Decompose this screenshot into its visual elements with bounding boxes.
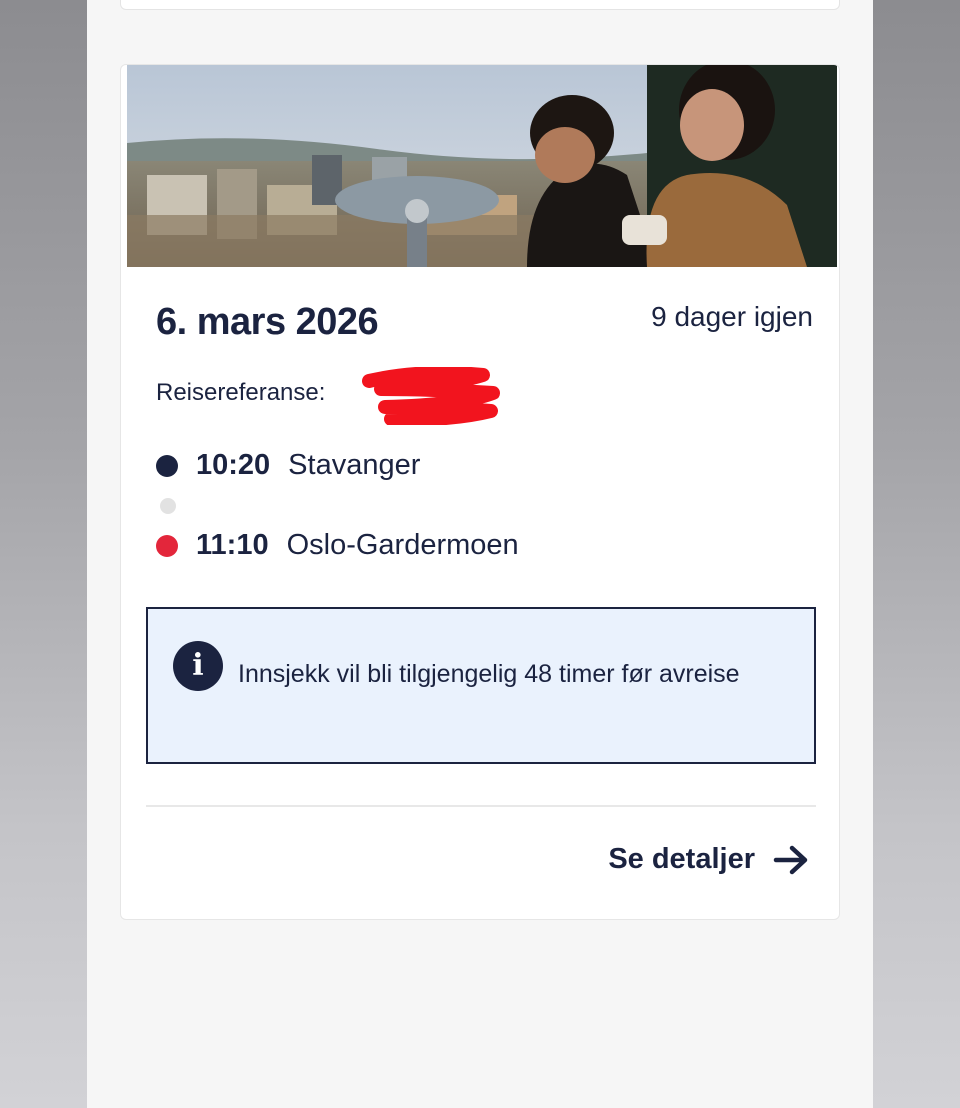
days-remaining: 9 dager igjen: [651, 301, 813, 332]
see-details-link[interactable]: Se detaljer: [608, 843, 809, 876]
see-details-label: Se detaljer: [608, 843, 755, 875]
trip-date: 6. mars 2026: [156, 301, 379, 343]
arrival-stop: 11:10 Oslo-Gardermoen: [156, 529, 519, 562]
departure-time: 10:20: [196, 449, 271, 481]
departure-place: Stavanger: [288, 449, 421, 481]
arrival-place: Oslo-Gardermoen: [286, 529, 519, 561]
destination-hero-image: [127, 65, 837, 267]
checkin-info-banner: i Innsjekk vil bli tilgjengelig 48 timer…: [146, 607, 816, 764]
app-screen: 6. mars 2026 9 dager igjen Reisereferans…: [87, 0, 873, 1108]
checkin-info-text: Innsjekk vil bli tilgjengelig 48 timer f…: [238, 660, 740, 688]
redaction-mark: [362, 367, 500, 425]
divider: [146, 805, 816, 807]
arrow-right-icon: [773, 845, 808, 874]
trip-card[interactable]: 6. mars 2026 9 dager igjen Reisereferans…: [120, 64, 840, 920]
departure-stop: 10:20 Stavanger: [156, 449, 420, 482]
arrival-time: 11:10: [196, 529, 269, 561]
booking-reference-label: Reisereferanse:: [156, 379, 326, 406]
info-icon: i: [173, 641, 223, 691]
route-connector-dot-icon: [160, 498, 176, 514]
arrival-dot-icon: [156, 534, 178, 557]
departure-dot-icon: [156, 454, 178, 477]
previous-trip-card[interactable]: [120, 0, 840, 10]
